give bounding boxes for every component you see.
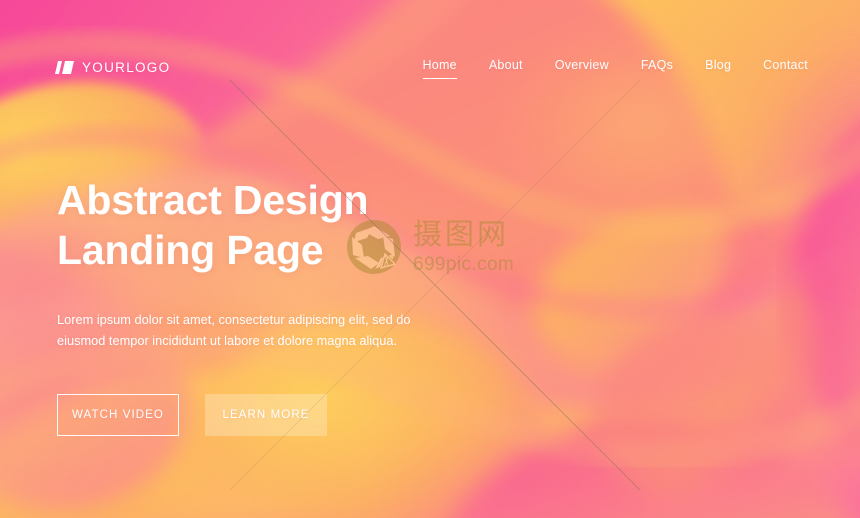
hero-title-line-1: Abstract Design: [57, 177, 369, 223]
double-slash-logo-icon: [55, 61, 74, 74]
brand-logo[interactable]: YOURLOGO: [55, 60, 170, 75]
nav-item-overview[interactable]: Overview: [555, 58, 609, 79]
hero-title-line-2: Landing Page: [57, 227, 324, 274]
nav-item-faqs[interactable]: FAQs: [641, 58, 673, 79]
hero-action-buttons: WATCH VIDEO LEARN MORE: [57, 351, 527, 437]
watch-video-button[interactable]: WATCH VIDEO: [57, 394, 179, 437]
nav-item-blog[interactable]: Blog: [705, 58, 731, 79]
hero-paragraph: Lorem ipsum dolor sit amet, consectetur …: [57, 312, 411, 349]
landing-page-hero: YOURLOGO Home About Overview FAQs Blog C…: [0, 0, 860, 518]
hero-title: Abstract Design Landing Page: [57, 175, 527, 275]
learn-more-button[interactable]: LEARN MORE: [205, 394, 327, 437]
nav-item-contact[interactable]: Contact: [763, 58, 808, 79]
main-navigation: Home About Overview FAQs Blog Contact: [422, 58, 809, 79]
brand-name: YOURLOGO: [82, 60, 171, 75]
nav-item-about[interactable]: About: [489, 58, 523, 79]
nav-item-home[interactable]: Home: [422, 58, 458, 79]
hero-section: Abstract Design Landing Page Lorem ipsum…: [57, 175, 527, 437]
